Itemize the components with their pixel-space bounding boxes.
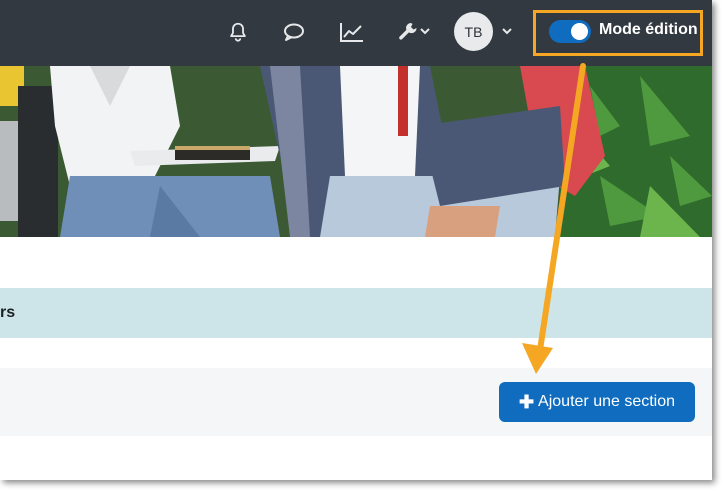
chevron-down-icon[interactable] [418,24,432,38]
section-header-bar[interactable]: rs [0,288,712,338]
plus-icon: ✚ [518,392,535,412]
bell-icon[interactable] [224,18,252,46]
edit-mode-label[interactable]: Mode édition [599,21,698,39]
screenshot-frame: TB Mode édition rs ✚ Ajouter une section [0,0,712,480]
edit-mode-toggle[interactable] [549,20,591,43]
toggle-knob [571,23,588,40]
chat-icon[interactable] [280,18,308,46]
add-section-button[interactable]: ✚ Ajouter une section [499,382,695,422]
top-navbar: TB Mode édition [0,0,712,66]
add-section-label: Ajouter une section [538,393,676,410]
chart-icon[interactable] [338,18,366,46]
user-avatar[interactable]: TB [454,12,493,51]
user-menu-chevron-icon[interactable] [500,24,514,38]
section-title: rs [0,304,16,321]
content-spacer [0,237,712,288]
course-header-image [0,66,712,237]
